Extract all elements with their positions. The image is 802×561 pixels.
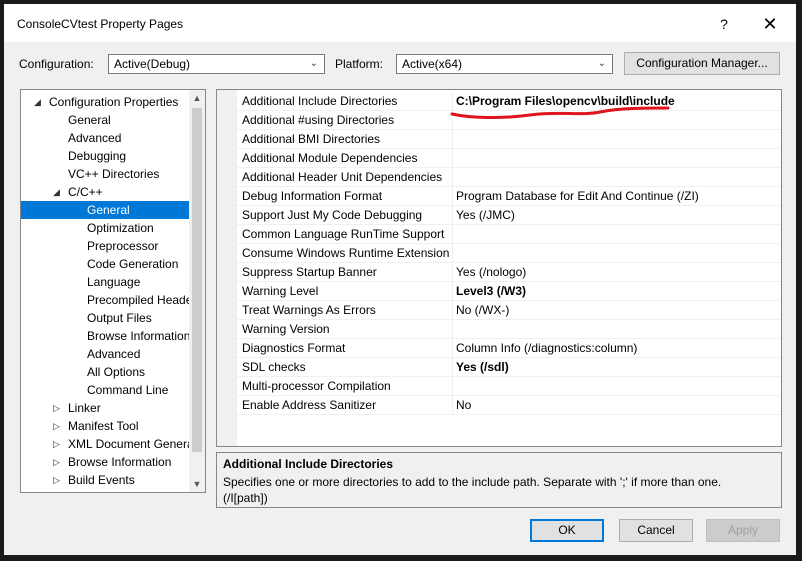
property-value[interactable]: Yes (/JMC) <box>456 206 515 225</box>
tree-item-browse-information[interactable]: Browse Information <box>21 327 190 345</box>
chevron-down-icon: ⌄ <box>309 58 318 69</box>
property-value[interactable]: Program Database for Edit And Continue (… <box>456 187 699 206</box>
property-name: SDL checks <box>242 360 306 374</box>
apply-button[interactable]: Apply <box>706 519 780 542</box>
platform-dropdown[interactable]: Active(x64) ⌄ <box>396 54 613 74</box>
help-button[interactable]: ? <box>710 12 738 36</box>
configuration-value: Active(Debug) <box>114 57 191 71</box>
property-row[interactable]: Additional #using Directories <box>237 111 781 130</box>
property-name: Enable Address Sanitizer <box>242 398 377 412</box>
tree-item-c-cpp-general[interactable]: General <box>21 201 190 219</box>
property-name: Consume Windows Runtime Extension <box>242 246 450 260</box>
property-name: Debug Information Format <box>242 189 383 203</box>
property-pages-dialog: ConsoleCVtest Property Pages ? ✕ Configu… <box>3 3 797 556</box>
property-row[interactable]: Debug Information Format Program Database… <box>237 187 781 206</box>
configuration-manager-button[interactable]: Configuration Manager... <box>624 52 780 75</box>
collapsed-arrow-icon[interactable]: ▷ <box>53 399 60 417</box>
tree-item-command-line[interactable]: Command Line <box>21 381 190 399</box>
expanded-arrow-icon[interactable]: ◢ <box>34 93 41 111</box>
cancel-button[interactable]: Cancel <box>619 519 693 542</box>
platform-label: Platform: <box>335 57 384 71</box>
tree-item-c-cpp-advanced[interactable]: Advanced <box>21 345 190 363</box>
property-row[interactable]: Multi-processor Compilation <box>237 377 781 396</box>
property-row[interactable]: Warning Level Level3 (/W3) <box>237 282 781 301</box>
property-grid: Additional Include Directories C:\Program… <box>216 89 782 447</box>
tree-item-manifest-tool[interactable]: ▷ Manifest Tool <box>21 417 190 435</box>
property-name: Additional Include Directories <box>242 94 398 108</box>
property-value[interactable]: Yes (/sdl) <box>456 358 509 377</box>
tree-item-vc-directories[interactable]: VC++ Directories <box>21 165 190 183</box>
property-row[interactable]: Enable Address Sanitizer No <box>237 396 781 415</box>
description-title: Additional Include Directories <box>223 457 394 471</box>
configuration-label: Configuration: <box>19 57 94 71</box>
property-row[interactable]: Suppress Startup Banner Yes (/nologo) <box>237 263 781 282</box>
property-row[interactable]: Consume Windows Runtime Extension <box>237 244 781 263</box>
grid-gutter <box>217 90 237 446</box>
platform-value: Active(x64) <box>402 57 463 71</box>
tree-item-build-events[interactable]: ▷ Build Events <box>21 471 190 489</box>
property-value[interactable]: No (/WX-) <box>456 301 509 320</box>
tree-item-code-generation[interactable]: Code Generation <box>21 255 190 273</box>
collapsed-arrow-icon[interactable]: ▷ <box>53 435 60 453</box>
tree-item-xml-document-generator[interactable]: ▷ XML Document Genera <box>21 435 190 453</box>
property-name: Diagnostics Format <box>242 341 346 355</box>
tree-item-debugging[interactable]: Debugging <box>21 147 190 165</box>
property-name: Warning Level <box>242 284 319 298</box>
property-tree: ◢ Configuration Properties General Advan… <box>20 89 206 493</box>
property-name: Treat Warnings As Errors <box>242 303 376 317</box>
tree-item-optimization[interactable]: Optimization <box>21 219 190 237</box>
collapsed-arrow-icon[interactable]: ▷ <box>53 471 60 489</box>
property-name: Warning Version <box>242 322 330 336</box>
property-name: Multi-processor Compilation <box>242 379 391 393</box>
property-value[interactable]: Level3 (/W3) <box>456 282 526 301</box>
property-value[interactable]: Column Info (/diagnostics:column) <box>456 339 637 358</box>
property-value[interactable]: No <box>456 396 471 415</box>
scroll-down-icon[interactable]: ▼ <box>189 476 205 492</box>
property-row[interactable]: SDL checks Yes (/sdl) <box>237 358 781 377</box>
property-row[interactable]: Additional Module Dependencies <box>237 149 781 168</box>
property-row[interactable]: Additional Include Directories C:\Program… <box>237 92 781 111</box>
property-name: Additional Module Dependencies <box>242 151 418 165</box>
property-row[interactable]: Common Language RunTime Support <box>237 225 781 244</box>
tree-item-precompiled-headers[interactable]: Precompiled Heade <box>21 291 190 309</box>
close-button[interactable]: ✕ <box>756 12 784 36</box>
description-text: Specifies one or more directories to add… <box>223 475 722 505</box>
tree-item-browse-information-tool[interactable]: ▷ Browse Information <box>21 453 190 471</box>
property-row[interactable]: Diagnostics Format Column Info (/diagnost… <box>237 339 781 358</box>
property-name: Additional Header Unit Dependencies <box>242 170 443 184</box>
configuration-dropdown[interactable]: Active(Debug) ⌄ <box>108 54 325 74</box>
description-panel: Additional Include Directories Specifies… <box>216 452 782 508</box>
property-row[interactable]: Warning Version <box>237 320 781 339</box>
scrollbar-thumb[interactable] <box>192 108 202 452</box>
property-row[interactable]: Support Just My Code Debugging Yes (/JMC) <box>237 206 781 225</box>
collapsed-arrow-icon[interactable]: ▷ <box>53 453 60 471</box>
tree-item-general[interactable]: General <box>21 111 190 129</box>
tree-item-c-cpp[interactable]: ◢ C/C++ <box>21 183 190 201</box>
tree-item-all-options[interactable]: All Options <box>21 363 190 381</box>
tree-scrollbar[interactable]: ▲ ▼ <box>189 90 205 492</box>
property-name: Common Language RunTime Support <box>242 227 445 241</box>
property-name: Additional BMI Directories <box>242 132 381 146</box>
scroll-up-icon[interactable]: ▲ <box>189 90 205 106</box>
property-row[interactable]: Additional Header Unit Dependencies <box>237 168 781 187</box>
property-value[interactable]: C:\Program Files\opencv\build\include <box>456 92 675 111</box>
window-title: ConsoleCVtest Property Pages <box>17 17 184 31</box>
property-row[interactable]: Additional BMI Directories <box>237 130 781 149</box>
property-name: Additional #using Directories <box>242 113 395 127</box>
property-value[interactable]: Yes (/nologo) <box>456 263 526 282</box>
tree-item-preprocessor[interactable]: Preprocessor <box>21 237 190 255</box>
collapsed-arrow-icon[interactable]: ▷ <box>53 417 60 435</box>
property-name: Suppress Startup Banner <box>242 265 377 279</box>
chevron-down-icon: ⌄ <box>597 58 606 69</box>
tree-item-configuration-properties[interactable]: ◢ Configuration Properties <box>21 93 190 111</box>
ok-button[interactable]: OK <box>530 519 604 542</box>
property-name: Support Just My Code Debugging <box>242 208 423 222</box>
property-row[interactable]: Treat Warnings As Errors No (/WX-) <box>237 301 781 320</box>
tree-item-linker[interactable]: ▷ Linker <box>21 399 190 417</box>
expanded-arrow-icon[interactable]: ◢ <box>53 183 60 201</box>
tree-item-advanced[interactable]: Advanced <box>21 129 190 147</box>
tree-item-language[interactable]: Language <box>21 273 190 291</box>
tree-item-output-files[interactable]: Output Files <box>21 309 190 327</box>
title-bar: ConsoleCVtest Property Pages ? ✕ <box>4 4 796 42</box>
